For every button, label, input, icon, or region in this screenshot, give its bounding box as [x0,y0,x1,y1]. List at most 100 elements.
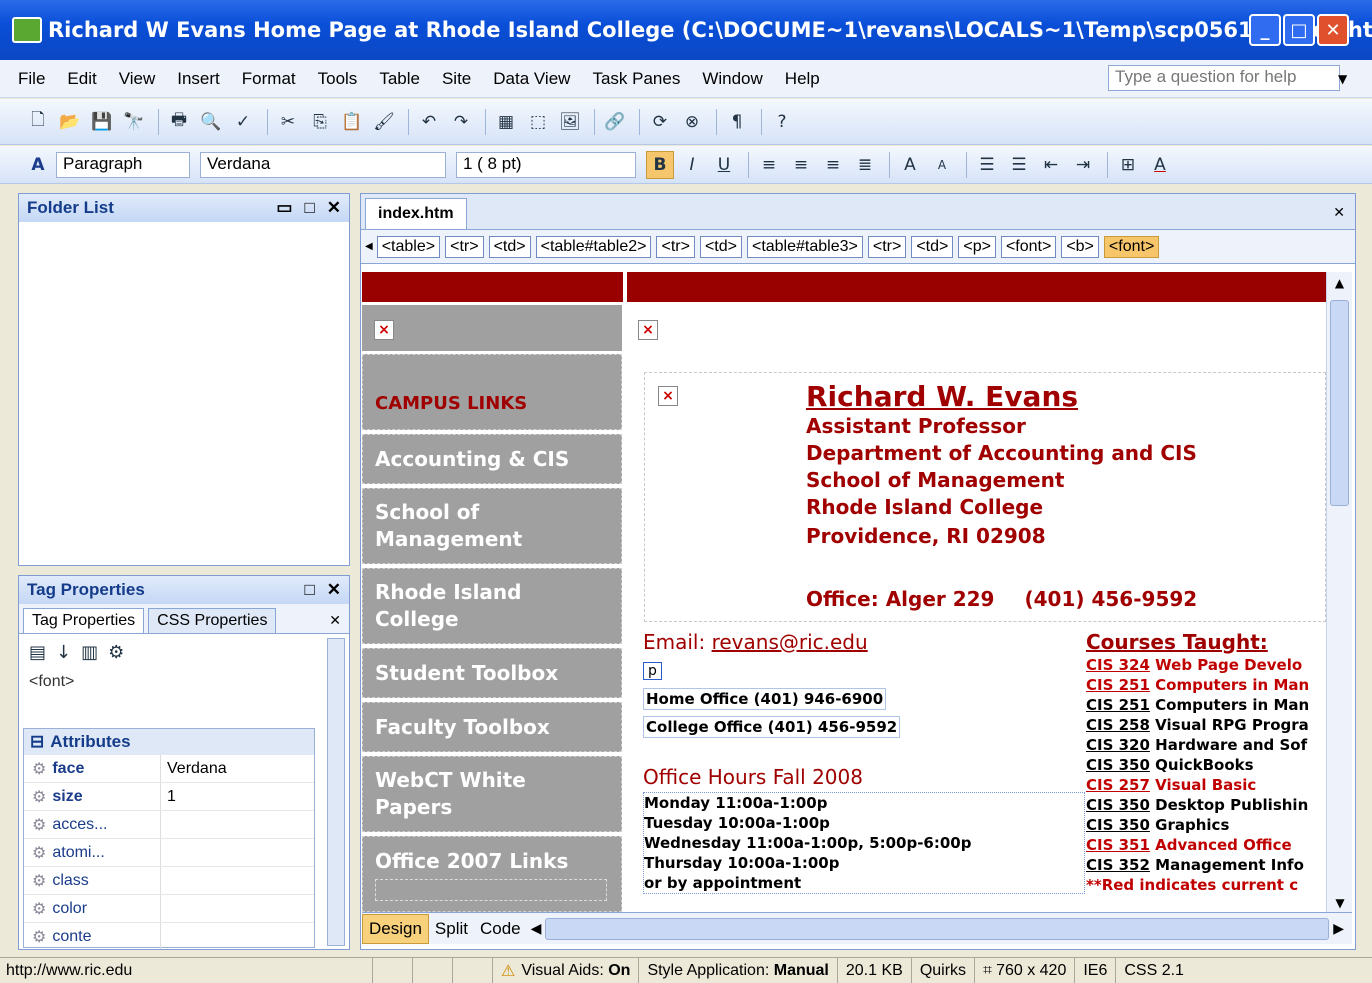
spelling-icon[interactable]: ✓ [229,108,257,136]
menu-help[interactable]: Help [785,69,820,89]
close-window-button[interactable]: ✕ [1317,14,1349,46]
menu-format[interactable]: Format [242,69,296,89]
horizontal-scroll-thumb[interactable] [545,917,1330,940]
scroll-down-icon[interactable]: ▼ [1327,896,1353,910]
undo-icon[interactable]: ↶ [415,108,443,136]
menu-task-panes[interactable]: Task Panes [592,69,680,89]
justify-icon[interactable]: ≣ [851,151,879,179]
show-set-properties-icon[interactable]: ▥ [81,642,98,663]
menu-table[interactable]: Table [379,69,420,89]
attribute-value[interactable]: 1 [161,788,176,806]
nav-link-student-toolbox[interactable]: Student Toolbox [362,648,622,698]
underline-button[interactable]: U [710,151,738,179]
hyperlink-icon[interactable]: 🔗 [601,108,629,136]
increase-indent-icon[interactable]: ⇥ [1069,151,1097,179]
stop-icon[interactable]: ⊗ [678,108,706,136]
maximize-panel-icon[interactable]: □ [304,198,314,218]
menu-tools[interactable]: Tools [318,69,358,89]
new-page-icon[interactable]: 🗋 [24,108,52,136]
menu-window[interactable]: Window [702,69,762,89]
menu-edit[interactable]: Edit [67,69,96,89]
attribute-row[interactable]: ⚙ acces... [24,811,314,839]
close-tab-icon[interactable]: ✕ [329,613,341,633]
help-icon[interactable]: ? [768,108,796,136]
attribute-row[interactable]: ⚙ size 1 [24,783,314,811]
nav-link-office-2007[interactable]: Office 2007 Links [362,836,622,912]
cut-icon[interactable]: ✂ [274,108,302,136]
increase-font-icon[interactable]: A [896,151,924,179]
tag-crumb[interactable]: <td> [699,235,742,258]
save-icon[interactable]: 💾 [88,108,116,136]
attribute-row[interactable]: ⚙ atomi... [24,839,314,867]
numbered-list-icon[interactable]: ☰ [973,151,1001,179]
doctype-status[interactable]: Quirks [910,958,974,983]
document-tab-index[interactable]: index.htm [365,198,467,229]
menu-site[interactable]: Site [442,69,471,89]
page-size-status[interactable]: ⌗ 760 x 420 [974,958,1074,983]
tab-split[interactable]: Split [429,914,474,944]
sort-az-icon[interactable]: ↓ [56,642,71,663]
tag-crumb[interactable]: <table> [376,235,441,258]
chevron-down-icon[interactable]: ▼ [1338,72,1347,86]
tag-crumb[interactable]: <table#table2> [535,235,652,258]
attribute-row[interactable]: ⚙ color [24,895,314,923]
close-document-icon[interactable]: ✕ [1333,205,1345,229]
minimize-button[interactable]: _ [1249,14,1281,46]
align-center-icon[interactable]: ≡ [787,151,815,179]
align-left-icon[interactable]: ≡ [755,151,783,179]
align-right-icon[interactable]: ≡ [819,151,847,179]
format-painter-icon[interactable]: 🖌 [370,108,398,136]
close-panel-icon[interactable]: ✕ [327,580,341,600]
attribute-row[interactable]: ⚙ face Verdana [24,755,314,783]
copy-icon[interactable]: ⎘ [306,108,334,136]
insert-layer-icon[interactable]: ⬚ [524,108,552,136]
attributes-section[interactable]: ⊟ Attributes [24,729,314,755]
close-panel-icon[interactable]: ✕ [327,198,341,218]
insert-picture-icon[interactable]: 🖼 [556,108,584,136]
maximize-button[interactable]: □ [1283,14,1315,46]
scroll-left-icon[interactable]: ◀ [531,921,542,937]
course-code[interactable]: CIS 350 [1086,816,1150,834]
menu-insert[interactable]: Insert [177,69,220,89]
redo-icon[interactable]: ↷ [447,108,475,136]
insert-table-icon[interactable]: ▦ [492,108,520,136]
profile-name[interactable]: Richard W. Evans [806,380,1197,413]
course-code[interactable]: CIS 258 [1086,716,1150,734]
collapse-icon[interactable]: ⊟ [30,732,44,752]
p-tag-marker[interactable]: p [643,662,662,680]
open-folder-icon[interactable]: 📂 [56,108,84,136]
tag-crumb[interactable]: <tr> [867,235,907,258]
tag-crumb[interactable]: <table#table3> [746,235,863,258]
menu-file[interactable]: File [18,69,45,89]
course-code[interactable]: CIS 350 [1086,796,1150,814]
style-application-status[interactable]: Style Application: Manual [638,958,836,983]
editor-vertical-scrollbar[interactable]: ▲ ▼ [1326,272,1352,912]
panel-scrollbar[interactable] [327,638,345,946]
refresh-icon[interactable]: ⟳ [646,108,674,136]
borders-icon[interactable]: ⊞ [1114,151,1142,179]
nav-link-ric[interactable]: Rhode Island College [362,568,622,644]
scroll-right-icon[interactable]: ▶ [1333,921,1344,937]
menu-view[interactable]: View [119,69,156,89]
show-formatting-icon[interactable]: ¶ [723,108,751,136]
tab-code[interactable]: Code [474,914,527,944]
tag-crumb[interactable]: <b> [1061,235,1099,258]
tag-crumb[interactable]: <tr> [656,235,695,258]
css-schema-status[interactable]: CSS 2.1 [1115,958,1192,983]
font-select[interactable]: Verdana [200,151,446,178]
folder-icon[interactable]: ▭ [276,198,292,218]
nav-link-faculty-toolbox[interactable]: Faculty Toolbox [362,702,622,752]
tag-settings-icon[interactable]: ⚙ [108,642,124,663]
email-link[interactable]: revans@ric.edu [712,630,868,654]
tag-crumb[interactable]: <td> [488,235,531,258]
bold-button[interactable]: B [646,150,674,179]
attribute-row[interactable]: ⚙ class [24,867,314,895]
find-icon[interactable]: 🔭 [120,108,148,136]
visual-aids-status[interactable]: ⚠ Visual Aids: On [492,958,638,983]
help-search-input[interactable]: Type a question for help [1108,65,1340,91]
course-code[interactable]: CIS 257 [1086,776,1150,794]
menu-data-view[interactable]: Data View [493,69,570,89]
tag-crumb[interactable]: <p> [958,235,996,258]
course-code[interactable]: CIS 251 [1086,696,1150,714]
nav-link-accounting[interactable]: Accounting & CIS [362,434,622,484]
